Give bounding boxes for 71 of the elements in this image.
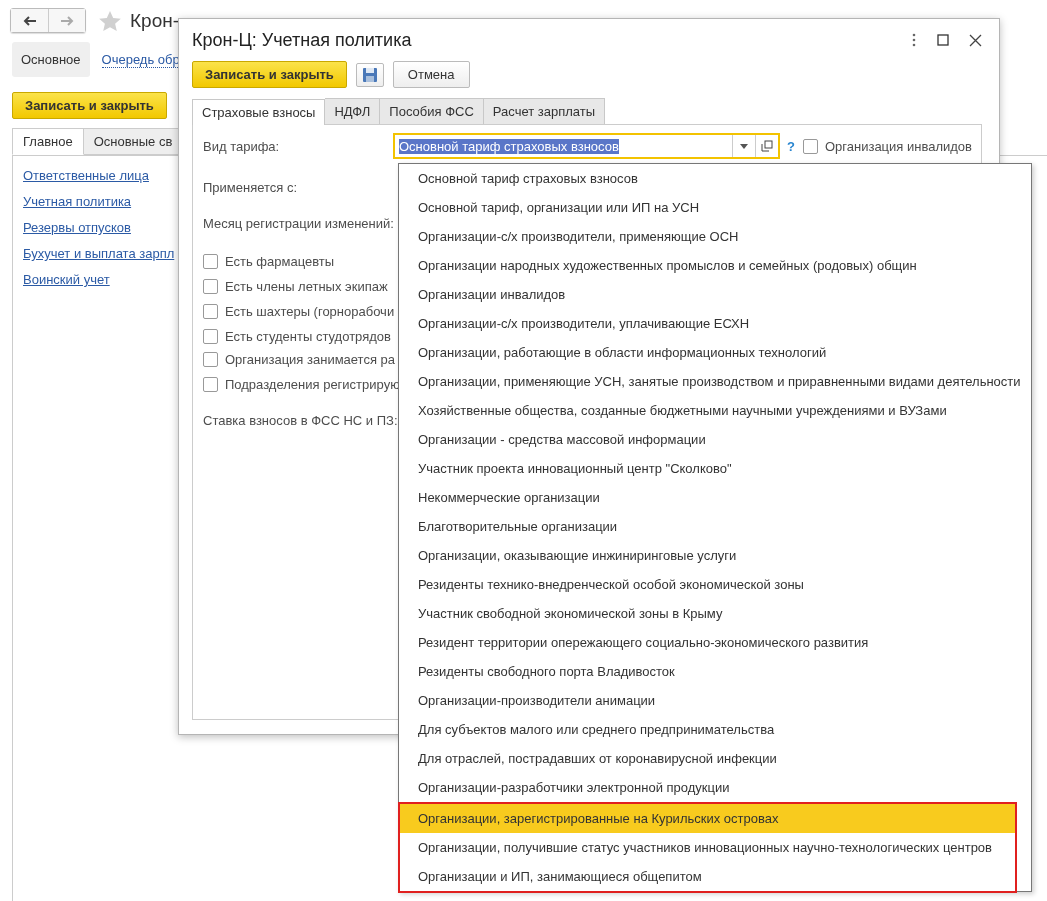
dropdown-option[interactable]: Резиденты технико-внедренческой особой экономической зоны	[399, 570, 1031, 599]
dropdown-option[interactable]: Организации, получившие статус участников инновационных научно-технологических центров	[400, 833, 1015, 862]
maximize-icon[interactable]	[937, 34, 949, 46]
cancel-button[interactable]: Отмена	[392, 61, 470, 88]
help-link[interactable]: ?	[787, 138, 795, 154]
star-icon[interactable]	[98, 9, 122, 32]
checkbox[interactable]	[203, 254, 218, 269]
dropdown-option[interactable]: Хозяйственные общества, созданные бюджетными научными учреждениями и ВУЗами	[399, 396, 1031, 425]
back-button[interactable]	[11, 9, 48, 32]
field-label: Применяется с:	[203, 180, 298, 195]
nav-link[interactable]: Учетная политика	[23, 194, 132, 209]
dropdown-option[interactable]: Основной тариф, организации или ИП на УСН	[399, 193, 1031, 222]
dropdown-option[interactable]: Некоммерческие организации	[399, 483, 1031, 512]
checkbox[interactable]	[203, 352, 218, 367]
dropdown-option[interactable]: Участник свободной экономической зоны в Крыму	[399, 599, 1031, 628]
field-label: Ставка взносов в ФСС НС и ПЗ:	[203, 413, 398, 428]
dropdown-option[interactable]: Организации и ИП, занимающиеся общепитом	[400, 862, 1015, 891]
save-button[interactable]	[355, 62, 384, 87]
dropdown-option[interactable]: Для субъектов малого или среднего предпринимательства	[399, 715, 1031, 744]
window-title: Крон-	[130, 9, 180, 32]
save-close-button[interactable]: Записать и закрыть	[12, 92, 167, 119]
dropdown-option[interactable]: Организации, работающие в области информационных технологий	[399, 338, 1031, 367]
dropdown-option[interactable]: Организации, оказывающие инжиниринговые услуги	[399, 541, 1031, 570]
dropdown-option[interactable]: Резиденты свободного порта Владивосток	[399, 657, 1031, 686]
left-arrow-icon	[22, 15, 37, 26]
dropdown-option[interactable]: Резидент территории опережающего социально-экономического развития	[399, 628, 1031, 657]
dropdown-option[interactable]: Организации, применяющие УСН, занятые производством и приравненными видами деятельности	[399, 367, 1031, 396]
nav-link[interactable]: Бухучет и выплата зарпл	[23, 246, 175, 261]
field-label: Вид тарифа:	[203, 138, 281, 154]
checkbox[interactable]	[203, 377, 218, 392]
tab[interactable]: Расчет зарплаты	[483, 98, 606, 124]
checkbox-label: Подразделения регистрирую	[225, 377, 400, 392]
checkbox-label: Есть шахтеры (горнорабочи	[225, 304, 395, 319]
dropdown-option[interactable]: Организации народных художественных промыслов и семейных (родовых) общин	[399, 251, 1031, 280]
nav-link[interactable]: Воинский учет	[23, 272, 110, 287]
checkbox[interactable]	[203, 279, 218, 294]
nav-link[interactable]: Ответственные лица	[23, 168, 149, 183]
dropdown-option[interactable]: Организации-с/х производители, применяющие ОСН	[399, 222, 1031, 251]
dropdown-option[interactable]: Участник проекта инновационный центр "Сколково"	[399, 454, 1031, 483]
checkbox-label: Есть студенты студотрядов	[225, 329, 391, 344]
tab[interactable]: Страховые взносы	[192, 99, 326, 125]
checkbox-label: Организация занимается ра	[225, 352, 396, 367]
checkbox[interactable]	[203, 304, 218, 319]
checkbox-label: Есть члены летных экипаж	[225, 279, 388, 294]
dropdown-option[interactable]: Организации-производители анимации	[399, 686, 1031, 715]
close-icon[interactable]	[969, 33, 982, 47]
checkbox[interactable]	[802, 138, 818, 154]
section-tab[interactable]: Основное	[12, 42, 90, 77]
more-icon[interactable]	[911, 33, 917, 47]
dropdown-caret-icon[interactable]	[740, 143, 748, 149]
checkbox-label: Есть фармацевты	[225, 254, 335, 269]
dropdown-option[interactable]: Основной тариф страховых взносов	[399, 164, 1031, 193]
nav-link[interactable]: Резервы отпусков	[23, 220, 131, 235]
tariff-select[interactable]: Основной тариф страховых взносов	[393, 133, 780, 159]
save-close-button[interactable]: Записать и закрыть	[192, 61, 347, 88]
dropdown-option[interactable]: Организации-разработчики электронной продукции	[399, 773, 1031, 802]
dropdown-option[interactable]: Организации - средства массовой информации	[399, 425, 1031, 454]
dropdown-option[interactable]: Благотворительные организации	[399, 512, 1031, 541]
field-label: Месяц регистрации изменений:	[203, 216, 394, 231]
right-arrow-icon	[60, 15, 74, 26]
checkbox[interactable]	[203, 329, 218, 344]
open-window-icon[interactable]	[761, 140, 773, 152]
tab[interactable]: НДФЛ	[325, 98, 381, 124]
dialog-title: Крон-Ц: Учетная политика	[192, 29, 412, 51]
dropdown-option[interactable]: Организации инвалидов	[399, 280, 1031, 309]
dropdown-option[interactable]: Организации, зарегистрированные на Курильских островах	[400, 804, 1015, 833]
tab[interactable]: Пособия ФСС	[380, 98, 484, 124]
dropdown-option[interactable]: Для отраслей, пострадавших от коронавирусной инфекции	[399, 744, 1031, 773]
checkbox-label: Организация инвалидов	[824, 138, 972, 154]
tab[interactable]: Главное	[12, 128, 84, 155]
dropdown-option[interactable]: Организации-с/х производители, уплачивающие ЕСХН	[399, 309, 1031, 338]
